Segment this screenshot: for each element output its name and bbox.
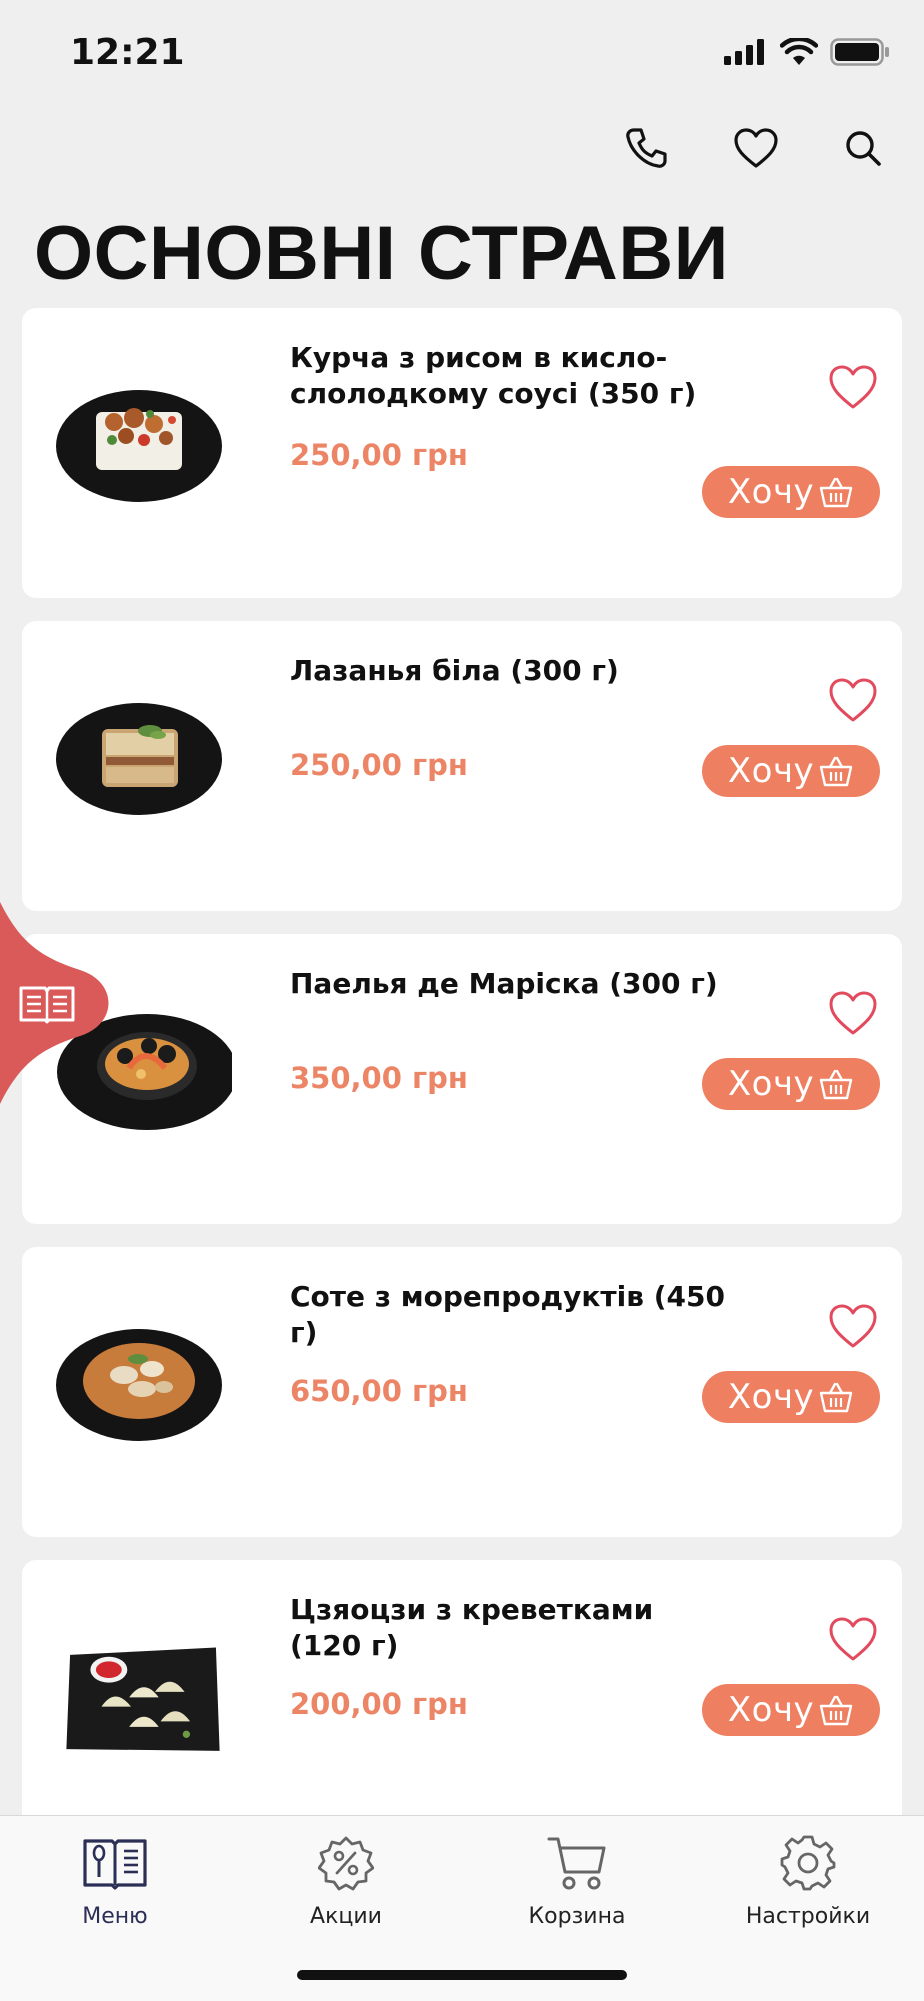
add-to-cart-button[interactable]: Хочу (702, 1684, 880, 1736)
add-to-cart-label: Хочу (727, 1064, 815, 1104)
dish-card[interactable]: Паелья де Маріска (300 г) 350,00 грн Хоч… (22, 934, 902, 1224)
search-icon (846, 131, 881, 166)
heart-icon (734, 128, 778, 168)
dish-card[interactable]: Соте з морепродуктів (450 г) 650,00 грн … (22, 1247, 902, 1537)
search-button[interactable] (833, 118, 893, 178)
menu-book-icon (83, 1839, 147, 1890)
phone-button[interactable] (616, 118, 676, 178)
dish-image (56, 390, 222, 502)
favorite-heart-icon[interactable] (828, 677, 878, 723)
dish-price: 250,00 грн (290, 438, 468, 472)
wifi-icon (780, 38, 818, 65)
dish-image (56, 703, 222, 815)
dish-price: 350,00 грн (290, 1061, 468, 1095)
dish-name: Цзяоцзи з креветками (120 г) (290, 1593, 654, 1662)
tab-label: Корзина (528, 1904, 626, 1929)
status-icons (724, 38, 890, 66)
status-time: 12:21 (70, 32, 185, 73)
add-to-cart-button[interactable]: Хочу (702, 466, 880, 518)
favorite-heart-icon[interactable] (828, 364, 878, 410)
cart-icon (547, 1837, 606, 1890)
dish-price: 250,00 грн (290, 748, 468, 782)
favorite-heart-icon[interactable] (828, 1616, 878, 1662)
dish-image (66, 1647, 220, 1751)
dish-name: Соте з морепродуктів (450 г) (290, 1280, 725, 1349)
side-menu-tab[interactable] (0, 902, 112, 1104)
basket-icon (819, 756, 853, 787)
dish-image (56, 1329, 222, 1441)
favorites-button[interactable] (726, 118, 786, 178)
open-book-icon (19, 986, 75, 1024)
tab-label: Настройки (745, 1904, 871, 1929)
phone-icon (626, 128, 667, 168)
page-title: ОСНОВНІ СТРАВИ (34, 211, 729, 296)
tab-settings[interactable]: Настройки (718, 1828, 898, 1938)
tab-menu[interactable]: Меню (25, 1828, 205, 1938)
favorite-heart-icon[interactable] (828, 1303, 878, 1349)
tab-label: Меню (82, 1904, 148, 1929)
basket-icon (819, 1069, 853, 1100)
add-to-cart-label: Хочу (727, 1377, 815, 1417)
tab-cart[interactable]: Корзина (487, 1828, 667, 1938)
add-to-cart-button[interactable]: Хочу (702, 1058, 880, 1110)
tab-label: Акции (310, 1904, 382, 1929)
discount-icon (318, 1836, 374, 1891)
favorite-heart-icon[interactable] (828, 990, 878, 1036)
add-to-cart-label: Хочу (727, 472, 815, 512)
basket-icon (819, 1382, 853, 1413)
dish-price: 200,00 грн (290, 1687, 468, 1721)
add-to-cart-button[interactable]: Хочу (702, 745, 880, 797)
signal-icon (724, 39, 764, 65)
header-toolbar (0, 118, 924, 178)
dish-name: Паелья де Маріска (300 г) (290, 967, 718, 1000)
status-bar: 12:21 (0, 0, 924, 110)
dish-name: Лазанья біла (300 г) (290, 654, 619, 687)
dish-card[interactable]: Лазанья біла (300 г) 250,00 грн Хочу (22, 621, 902, 911)
add-to-cart-label: Хочу (727, 1690, 815, 1730)
dish-price: 650,00 грн (290, 1374, 468, 1408)
battery-icon (830, 38, 889, 66)
add-to-cart-label: Хочу (727, 751, 815, 791)
dish-card[interactable]: Курча з рисом в кисло-слолодкому соусі (… (22, 308, 902, 598)
dish-name: Курча з рисом в кисло-слолодкому соусі (… (290, 341, 697, 410)
basket-icon (819, 1695, 853, 1726)
dish-card[interactable]: Цзяоцзи з креветками (120 г) 200,00 грн … (22, 1560, 902, 1850)
add-to-cart-button[interactable]: Хочу (702, 1371, 880, 1423)
basket-icon (819, 477, 853, 508)
home-indicator[interactable] (297, 1970, 627, 1980)
gear-icon (780, 1835, 836, 1891)
tab-promotions[interactable]: Акции (256, 1828, 436, 1938)
